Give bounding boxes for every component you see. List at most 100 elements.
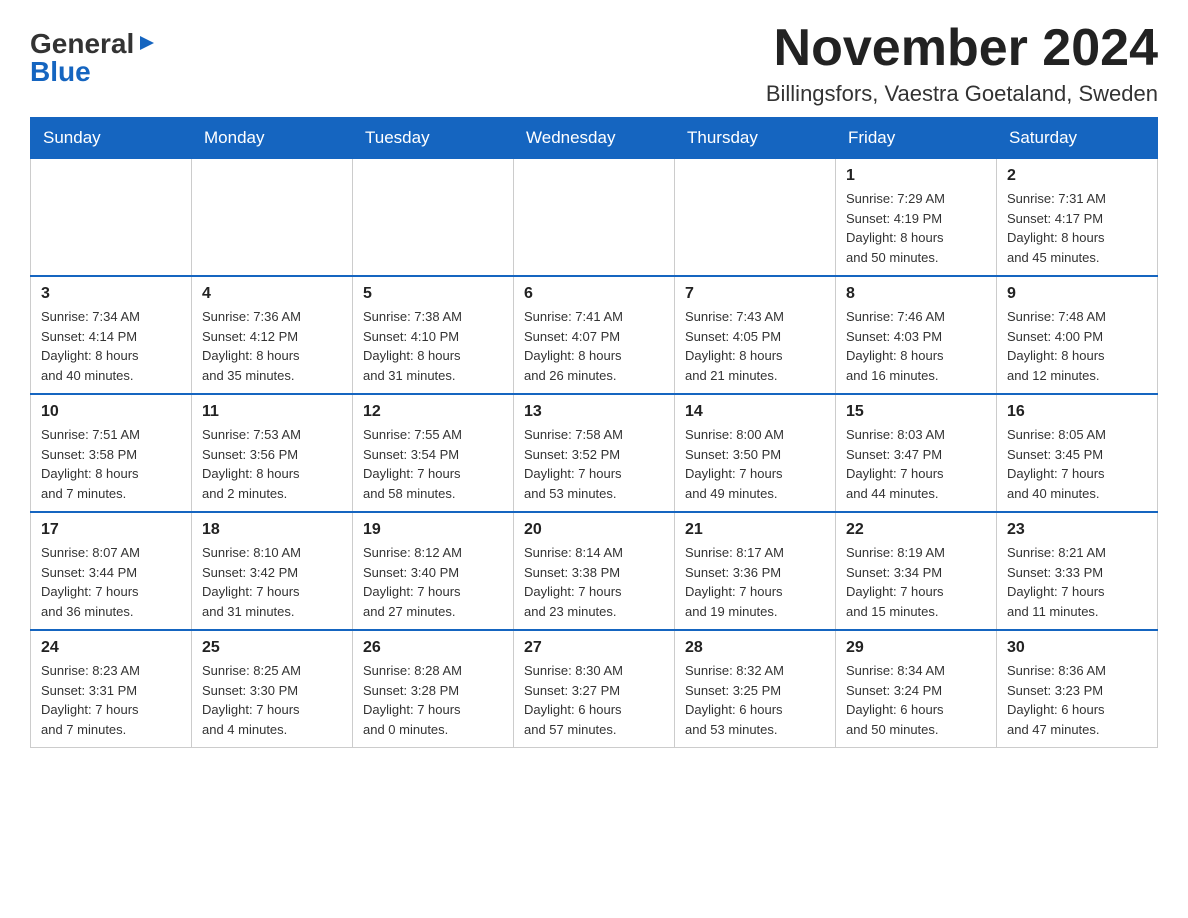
day-number: 13 <box>524 403 664 421</box>
calendar-cell: 9Sunrise: 7:48 AM Sunset: 4:00 PM Daylig… <box>997 276 1158 394</box>
calendar-cell: 3 Sunrise: 7:34 AM Sunset: 4:14 PM Daylig… <box>31 276 192 394</box>
day-info: Sunrise: 7:29 AM Sunset: 4:19 PM Dayligh… <box>846 189 986 267</box>
calendar-week-row: 17 Sunrise: 8:07 AM Sunset: 3:44 PM Dayli… <box>31 512 1158 630</box>
day-info: Sunrise: 7:53 AM Sunset: 3:56 PM Dayligh… <box>202 425 342 503</box>
calendar-cell <box>514 159 675 277</box>
day-number: 27 <box>524 639 664 657</box>
month-title: November 2024 <box>766 20 1158 77</box>
day-info: Sunrise: 7:31 AM Sunset: 4:17 PM Dayligh… <box>1007 189 1147 267</box>
day-info: Sunrise: 8:34 AM Sunset: 3:24 PM Dayligh… <box>846 661 986 739</box>
calendar-cell: 1 Sunrise: 7:29 AM Sunset: 4:19 PM Daylig… <box>836 159 997 277</box>
day-info: Sunrise: 8:05 AM Sunset: 3:45 PM Dayligh… <box>1007 425 1147 503</box>
calendar-cell: 8 Sunrise: 7:46 AM Sunset: 4:03 PM Daylig… <box>836 276 997 394</box>
logo-blue: Blue <box>30 58 91 86</box>
day-number: 9 <box>1007 285 1147 303</box>
day-number: 20 <box>524 521 664 539</box>
day-number: 23 <box>1007 521 1147 539</box>
calendar-cell: 10Sunrise: 7:51 AM Sunset: 3:58 PM Dayli… <box>31 394 192 512</box>
day-number: 6 <box>524 285 664 303</box>
day-number: 29 <box>846 639 986 657</box>
day-info: Sunrise: 8:12 AM Sunset: 3:40 PM Dayligh… <box>363 543 503 621</box>
day-info: Sunrise: 7:43 AM Sunset: 4:05 PM Dayligh… <box>685 307 825 385</box>
calendar-cell: 5Sunrise: 7:38 AM Sunset: 4:10 PM Daylig… <box>353 276 514 394</box>
day-number: 18 <box>202 521 342 539</box>
day-number: 14 <box>685 403 825 421</box>
day-number: 22 <box>846 521 986 539</box>
calendar-cell: 15 Sunrise: 8:03 AM Sunset: 3:47 PM Dayli… <box>836 394 997 512</box>
day-number: 11 <box>202 403 342 421</box>
calendar-cell: 24 Sunrise: 8:23 AM Sunset: 3:31 PM Dayli… <box>31 630 192 748</box>
day-number: 12 <box>363 403 503 421</box>
day-number: 30 <box>1007 639 1147 657</box>
calendar-table: SundayMondayTuesdayWednesdayThursdayFrid… <box>30 117 1158 748</box>
calendar-cell: 25 Sunrise: 8:25 AM Sunset: 3:30 PM Dayli… <box>192 630 353 748</box>
column-header-friday: Friday <box>836 118 997 159</box>
calendar-cell: 11 Sunrise: 7:53 AM Sunset: 3:56 PM Dayli… <box>192 394 353 512</box>
calendar-cell: 13 Sunrise: 7:58 AM Sunset: 3:52 PM Dayli… <box>514 394 675 512</box>
calendar-cell: 16 Sunrise: 8:05 AM Sunset: 3:45 PM Dayli… <box>997 394 1158 512</box>
day-info: Sunrise: 8:30 AM Sunset: 3:27 PM Dayligh… <box>524 661 664 739</box>
day-info: Sunrise: 8:25 AM Sunset: 3:30 PM Dayligh… <box>202 661 342 739</box>
calendar-cell <box>675 159 836 277</box>
day-info: Sunrise: 7:58 AM Sunset: 3:52 PM Dayligh… <box>524 425 664 503</box>
day-number: 16 <box>1007 403 1147 421</box>
title-section: November 2024 Billingsfors, Vaestra Goet… <box>766 20 1158 107</box>
day-number: 15 <box>846 403 986 421</box>
day-info: Sunrise: 8:03 AM Sunset: 3:47 PM Dayligh… <box>846 425 986 503</box>
calendar-cell: 2 Sunrise: 7:31 AM Sunset: 4:17 PM Daylig… <box>997 159 1158 277</box>
calendar-cell <box>31 159 192 277</box>
calendar-cell: 30Sunrise: 8:36 AM Sunset: 3:23 PM Dayli… <box>997 630 1158 748</box>
day-info: Sunrise: 7:36 AM Sunset: 4:12 PM Dayligh… <box>202 307 342 385</box>
day-info: Sunrise: 8:10 AM Sunset: 3:42 PM Dayligh… <box>202 543 342 621</box>
day-info: Sunrise: 8:14 AM Sunset: 3:38 PM Dayligh… <box>524 543 664 621</box>
calendar-cell: 12 Sunrise: 7:55 AM Sunset: 3:54 PM Dayli… <box>353 394 514 512</box>
calendar-cell: 22 Sunrise: 8:19 AM Sunset: 3:34 PM Dayli… <box>836 512 997 630</box>
day-number: 10 <box>41 403 181 421</box>
column-header-sunday: Sunday <box>31 118 192 159</box>
calendar-cell: 7 Sunrise: 7:43 AM Sunset: 4:05 PM Daylig… <box>675 276 836 394</box>
calendar-cell: 6 Sunrise: 7:41 AM Sunset: 4:07 PM Daylig… <box>514 276 675 394</box>
column-header-thursday: Thursday <box>675 118 836 159</box>
calendar-cell: 18 Sunrise: 8:10 AM Sunset: 3:42 PM Dayli… <box>192 512 353 630</box>
day-info: Sunrise: 7:46 AM Sunset: 4:03 PM Dayligh… <box>846 307 986 385</box>
day-number: 28 <box>685 639 825 657</box>
column-header-tuesday: Tuesday <box>353 118 514 159</box>
day-number: 26 <box>363 639 503 657</box>
day-number: 4 <box>202 285 342 303</box>
day-number: 7 <box>685 285 825 303</box>
calendar-cell: 20 Sunrise: 8:14 AM Sunset: 3:38 PM Dayli… <box>514 512 675 630</box>
day-number: 21 <box>685 521 825 539</box>
column-header-wednesday: Wednesday <box>514 118 675 159</box>
calendar-week-row: 1 Sunrise: 7:29 AM Sunset: 4:19 PM Daylig… <box>31 159 1158 277</box>
day-number: 8 <box>846 285 986 303</box>
calendar-cell <box>192 159 353 277</box>
day-number: 17 <box>41 521 181 539</box>
calendar-cell: 19Sunrise: 8:12 AM Sunset: 3:40 PM Dayli… <box>353 512 514 630</box>
day-info: Sunrise: 8:19 AM Sunset: 3:34 PM Dayligh… <box>846 543 986 621</box>
day-number: 25 <box>202 639 342 657</box>
day-info: Sunrise: 7:55 AM Sunset: 3:54 PM Dayligh… <box>363 425 503 503</box>
day-info: Sunrise: 8:28 AM Sunset: 3:28 PM Dayligh… <box>363 661 503 739</box>
day-info: Sunrise: 8:07 AM Sunset: 3:44 PM Dayligh… <box>41 543 181 621</box>
calendar-cell: 28 Sunrise: 8:32 AM Sunset: 3:25 PM Dayli… <box>675 630 836 748</box>
calendar-cell: 23 Sunrise: 8:21 AM Sunset: 3:33 PM Dayli… <box>997 512 1158 630</box>
calendar-week-row: 24 Sunrise: 8:23 AM Sunset: 3:31 PM Dayli… <box>31 630 1158 748</box>
day-number: 3 <box>41 285 181 303</box>
day-info: Sunrise: 7:34 AM Sunset: 4:14 PM Dayligh… <box>41 307 181 385</box>
column-header-monday: Monday <box>192 118 353 159</box>
day-info: Sunrise: 8:00 AM Sunset: 3:50 PM Dayligh… <box>685 425 825 503</box>
calendar-week-row: 3 Sunrise: 7:34 AM Sunset: 4:14 PM Daylig… <box>31 276 1158 394</box>
day-number: 1 <box>846 167 986 185</box>
day-info: Sunrise: 8:21 AM Sunset: 3:33 PM Dayligh… <box>1007 543 1147 621</box>
calendar-cell: 14 Sunrise: 8:00 AM Sunset: 3:50 PM Dayli… <box>675 394 836 512</box>
calendar-week-row: 10Sunrise: 7:51 AM Sunset: 3:58 PM Dayli… <box>31 394 1158 512</box>
page-header: General Blue November 2024 Billingsfors,… <box>30 20 1158 107</box>
day-number: 24 <box>41 639 181 657</box>
calendar-header-row: SundayMondayTuesdayWednesdayThursdayFrid… <box>31 118 1158 159</box>
day-info: Sunrise: 7:41 AM Sunset: 4:07 PM Dayligh… <box>524 307 664 385</box>
day-info: Sunrise: 8:23 AM Sunset: 3:31 PM Dayligh… <box>41 661 181 739</box>
calendar-cell: 4 Sunrise: 7:36 AM Sunset: 4:12 PM Daylig… <box>192 276 353 394</box>
day-number: 2 <box>1007 167 1147 185</box>
day-info: Sunrise: 8:32 AM Sunset: 3:25 PM Dayligh… <box>685 661 825 739</box>
calendar-cell: 27 Sunrise: 8:30 AM Sunset: 3:27 PM Dayli… <box>514 630 675 748</box>
